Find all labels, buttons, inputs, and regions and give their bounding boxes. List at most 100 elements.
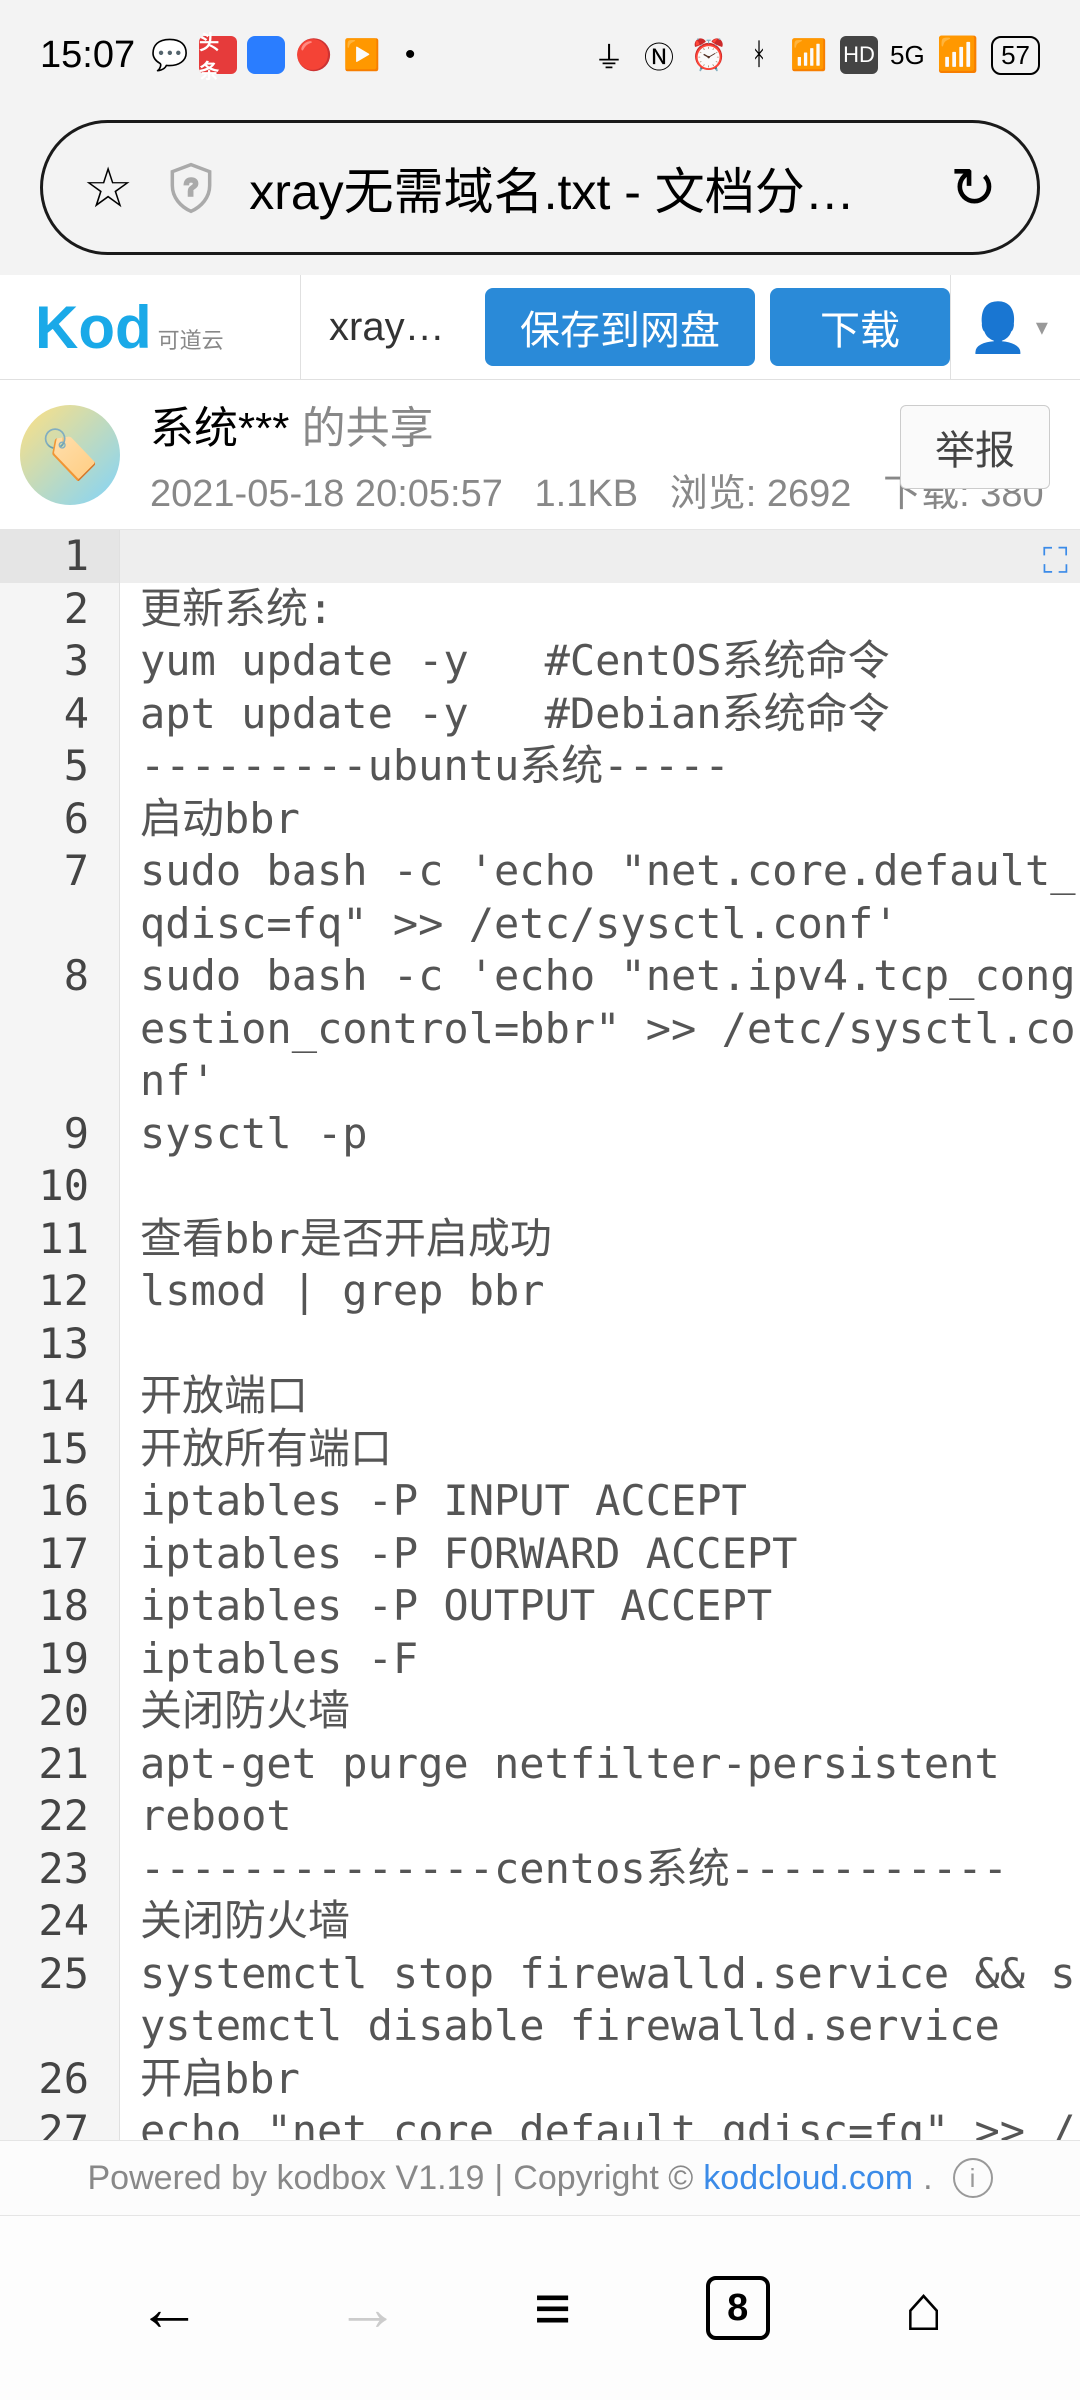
- line-number: 1: [0, 530, 120, 583]
- bluetooth-icon: ᚼ: [740, 36, 778, 74]
- dot-icon: •: [391, 36, 429, 74]
- line-number: 23: [0, 1843, 120, 1896]
- code-line[interactable]: 19iptables -F: [0, 1633, 1080, 1686]
- line-number: 11: [0, 1213, 120, 1266]
- line-number: 25: [0, 1948, 120, 2053]
- line-text: systemctl stop firewalld.service && syst…: [120, 1948, 1080, 2053]
- line-text: sudo bash -c 'echo "net.core.default_qdi…: [120, 845, 1080, 950]
- logo-text: Kod: [35, 293, 152, 362]
- user-icon: 👤: [968, 299, 1028, 356]
- line-number: 8: [0, 950, 120, 1108]
- line-number: 9: [0, 1108, 120, 1161]
- code-line[interactable]: 11查看bbr是否开启成功: [0, 1213, 1080, 1266]
- code-line[interactable]: 18iptables -P OUTPUT ACCEPT: [0, 1580, 1080, 1633]
- alarm-icon: ⏰: [690, 36, 728, 74]
- code-line[interactable]: 22reboot: [0, 1790, 1080, 1843]
- kodcloud-link[interactable]: kodcloud.com: [703, 2159, 913, 2198]
- line-text: 更新系统:: [120, 583, 1080, 636]
- line-text: 开启bbr: [120, 2053, 1080, 2106]
- code-line[interactable]: 3yum update -y #CentOS系统命令: [0, 635, 1080, 688]
- url-text: xray无需域名.txt - 文档分…: [249, 152, 920, 224]
- tabs-button[interactable]: 8: [706, 2276, 770, 2340]
- line-text: 开放端口: [120, 1370, 1080, 1423]
- file-tab[interactable]: xray…: [300, 275, 470, 379]
- code-line[interactable]: 25systemctl stop firewalld.service && sy…: [0, 1948, 1080, 2053]
- save-to-disk-button[interactable]: 保存到网盘: [485, 288, 755, 366]
- line-text: yum update -y #CentOS系统命令: [120, 635, 1080, 688]
- refresh-icon[interactable]: ↻: [950, 155, 997, 221]
- code-line[interactable]: 15开放所有端口: [0, 1423, 1080, 1476]
- forward-button[interactable]: →: [336, 2271, 400, 2345]
- chevron-down-icon: ▾: [1036, 313, 1048, 342]
- bookmark-icon[interactable]: ☆: [83, 155, 133, 221]
- network-type: 5G: [890, 40, 925, 71]
- code-line[interactable]: 14开放端口: [0, 1370, 1080, 1423]
- code-line[interactable]: 12lsmod | grep bbr: [0, 1265, 1080, 1318]
- line-number: 3: [0, 635, 120, 688]
- code-line[interactable]: 5---------ubuntu系统-----: [0, 740, 1080, 793]
- code-line[interactable]: 1: [0, 530, 1080, 583]
- line-number: 24: [0, 1895, 120, 1948]
- download-button[interactable]: 下载: [770, 288, 950, 366]
- app-icon: [247, 36, 285, 74]
- user-menu[interactable]: 👤 ▾: [950, 275, 1065, 379]
- line-number: 21: [0, 1738, 120, 1791]
- avatar: [20, 405, 120, 505]
- code-line[interactable]: 16iptables -P INPUT ACCEPT: [0, 1475, 1080, 1528]
- line-number: 5: [0, 740, 120, 793]
- line-number: 2: [0, 583, 120, 636]
- code-line[interactable]: 7sudo bash -c 'echo "net.core.default_qd…: [0, 845, 1080, 950]
- code-line[interactable]: 8sudo bash -c 'echo "net.ipv4.tcp_conges…: [0, 950, 1080, 1108]
- wifi-icon: 📶: [790, 36, 828, 74]
- line-text: 开放所有端口: [120, 1423, 1080, 1476]
- info-icon[interactable]: i: [953, 2158, 993, 2198]
- line-number: 20: [0, 1685, 120, 1738]
- home-button[interactable]: ⌂: [904, 2271, 943, 2345]
- toutiao-icon: 头条: [199, 36, 237, 74]
- app-toolbar: Kod 可道云 xray… 保存到网盘 下载 👤 ▾: [0, 275, 1080, 380]
- browser-bottom-nav: ← → ≡ 8 ⌂: [0, 2215, 1080, 2400]
- code-line[interactable]: 24关闭防火墙: [0, 1895, 1080, 1948]
- line-text: lsmod | grep bbr: [120, 1265, 1080, 1318]
- line-number: 14: [0, 1370, 120, 1423]
- code-line[interactable]: 13: [0, 1318, 1080, 1371]
- line-text: sysctl -p: [120, 1108, 1080, 1161]
- code-viewer[interactable]: ⛶ 12更新系统:3yum update -y #CentOS系统命令4apt …: [0, 530, 1080, 2210]
- line-text: [120, 1318, 1080, 1371]
- line-text: apt-get purge netfilter-persistent: [120, 1738, 1080, 1791]
- fullscreen-icon[interactable]: ⛶: [1043, 540, 1068, 583]
- line-text: reboot: [120, 1790, 1080, 1843]
- browser-address-bar[interactable]: ☆ ? xray无需域名.txt - 文档分… ↻: [40, 120, 1040, 255]
- code-line[interactable]: 17iptables -P FORWARD ACCEPT: [0, 1528, 1080, 1581]
- report-button[interactable]: 举报: [900, 405, 1050, 489]
- video-icon: ▶️: [343, 36, 381, 74]
- line-text: sudo bash -c 'echo "net.ipv4.tcp_congest…: [120, 950, 1080, 1108]
- code-line[interactable]: 20关闭防火墙: [0, 1685, 1080, 1738]
- code-line[interactable]: 21apt-get purge netfilter-persistent: [0, 1738, 1080, 1791]
- line-number: 22: [0, 1790, 120, 1843]
- menu-button[interactable]: ≡: [534, 2271, 571, 2345]
- line-number: 16: [0, 1475, 120, 1528]
- share-info-bar: 系统*** 的共享 2021-05-18 20:05:57 1.1KB 浏览: …: [0, 380, 1080, 530]
- code-line[interactable]: 4apt update -y #Debian系统命令: [0, 688, 1080, 741]
- line-number: 6: [0, 793, 120, 846]
- code-line[interactable]: 10: [0, 1160, 1080, 1213]
- line-number: 17: [0, 1528, 120, 1581]
- vpn-icon: ⏚: [590, 36, 628, 74]
- nfc-icon: Ⓝ: [640, 36, 678, 74]
- logo[interactable]: Kod 可道云: [0, 293, 300, 362]
- site-info-icon[interactable]: ?: [163, 160, 219, 216]
- code-line[interactable]: 6启动bbr: [0, 793, 1080, 846]
- back-button[interactable]: ←: [137, 2271, 201, 2345]
- line-number: 15: [0, 1423, 120, 1476]
- code-line[interactable]: 23--------------centos系统-----------: [0, 1843, 1080, 1896]
- line-text: iptables -P INPUT ACCEPT: [120, 1475, 1080, 1528]
- hd-icon: HD: [840, 36, 878, 74]
- code-line[interactable]: 26开启bbr: [0, 2053, 1080, 2106]
- code-line[interactable]: 9sysctl -p: [0, 1108, 1080, 1161]
- line-text: 关闭防火墙: [120, 1685, 1080, 1738]
- line-text: [120, 1160, 1080, 1213]
- line-text: --------------centos系统-----------: [120, 1843, 1080, 1896]
- code-line[interactable]: 2更新系统:: [0, 583, 1080, 636]
- status-bar: 15:07 💬 头条 🔴 ▶️ • ⏚ Ⓝ ⏰ ᚼ 📶 HD 5G 📶 57: [0, 0, 1080, 110]
